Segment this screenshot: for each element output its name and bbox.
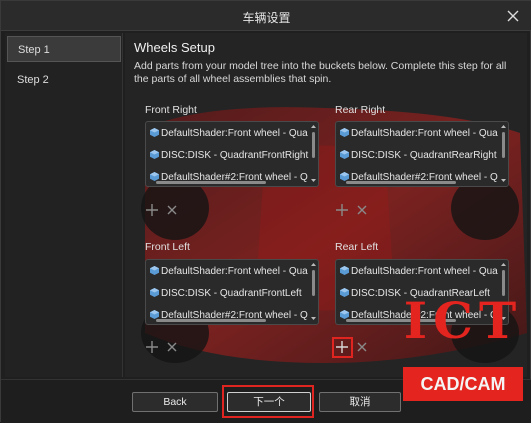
rear-right-tools <box>335 203 375 219</box>
add-icon[interactable] <box>335 203 349 217</box>
scroll-up-icon <box>311 263 316 266</box>
list-item[interactable]: DefaultShader:Front wheel - Qua <box>336 261 502 283</box>
steps-sidebar: Step 1 Step 2 <box>5 33 123 377</box>
scroll-down-icon <box>311 179 316 182</box>
instructions-text: Add parts from your model tree into the … <box>134 60 507 85</box>
list-item[interactable]: DefaultShader#2:Front wheel - Q <box>146 305 312 324</box>
front-right-bucket[interactable]: DefaultShader:Front wheel - Qua DISC:DIS… <box>145 121 319 187</box>
scroll-up-icon <box>501 125 506 128</box>
horizontal-scrollbar[interactable] <box>346 181 456 184</box>
front-right-tools <box>145 203 185 219</box>
step-1-item[interactable]: Step 1 <box>7 36 121 62</box>
list-item[interactable]: DISC:DISK - QuadrantFrontRight <box>146 145 312 167</box>
front-right-label: Front Right <box>145 104 197 116</box>
cube-icon <box>150 266 159 275</box>
list-item[interactable]: DefaultShader:Front wheel - Qua <box>146 123 312 145</box>
list-item[interactable]: DefaultShader:Front wheel - Qua <box>336 123 502 145</box>
list-item-text: DefaultShader:Front wheel - Qua <box>161 266 308 277</box>
list-item[interactable]: DISC:DISK - QuadrantFrontLeft <box>146 283 312 305</box>
list-item[interactable]: DISC:DISK - QuadrantRearRight <box>336 145 502 167</box>
step-2-item[interactable]: Step 2 <box>7 67 121 93</box>
add-icon[interactable] <box>145 203 159 217</box>
title-bar: 车辆设置 <box>1 1 531 31</box>
cube-icon <box>340 266 349 275</box>
remove-icon[interactable] <box>165 203 179 217</box>
step-label: Step 1 <box>18 44 50 56</box>
cube-icon <box>340 150 349 159</box>
ict-cadcam-watermark: ICT CAD/CAM <box>397 291 529 419</box>
cube-icon <box>150 128 159 137</box>
list-item[interactable]: DefaultShader#2:Front wheel - Q <box>146 167 312 186</box>
front-left-tools <box>145 340 185 356</box>
list-item[interactable]: DefaultShader#2:Front wheel - Q <box>336 167 502 186</box>
close-icon[interactable] <box>504 7 522 25</box>
list-item-text: DISC:DISK - QuadrantRearRight <box>351 150 497 161</box>
list-item-text: DefaultShader:Front wheel - Qua <box>351 266 498 277</box>
horizontal-scrollbar[interactable] <box>156 181 266 184</box>
remove-icon[interactable] <box>355 203 369 217</box>
front-left-label: Front Left <box>145 241 190 253</box>
vertical-scrollbar[interactable] <box>310 261 317 323</box>
add-icon[interactable] <box>145 340 159 354</box>
page-title: Wheels Setup <box>134 40 215 55</box>
cube-icon <box>150 288 159 297</box>
cancel-button[interactable]: 取消 <box>319 392 401 412</box>
remove-icon[interactable] <box>355 340 369 354</box>
list-item-text: DISC:DISK - QuadrantFrontLeft <box>161 288 302 299</box>
add-button-highlight <box>332 337 353 358</box>
vertical-scrollbar[interactable] <box>500 123 507 185</box>
cube-icon <box>340 172 349 181</box>
cube-icon <box>340 128 349 137</box>
next-button-highlight <box>222 385 314 418</box>
cube-icon <box>150 172 159 181</box>
step-label: Step 2 <box>17 74 49 86</box>
list-item[interactable]: DefaultShader:Front wheel - Qua <box>146 261 312 283</box>
horizontal-scrollbar[interactable] <box>156 319 266 322</box>
list-item-text: DefaultShader:Front wheel - Qua <box>351 128 498 139</box>
watermark-sub-text: CAD/CAM <box>403 367 523 401</box>
list-item-text: DefaultShader:Front wheel - Qua <box>161 128 308 139</box>
front-left-bucket[interactable]: DefaultShader:Front wheel - Qua DISC:DIS… <box>145 259 319 325</box>
scroll-down-icon <box>311 317 316 320</box>
cube-icon <box>340 288 349 297</box>
dialog-title: 车辆设置 <box>242 11 291 25</box>
vehicle-setup-dialog: 车辆设置 Step 1 Step 2 Wheels Setup Add part… <box>0 0 531 423</box>
scroll-up-icon <box>501 263 506 266</box>
list-item-text: DISC:DISK - QuadrantFrontRight <box>161 150 309 161</box>
scroll-up-icon <box>311 125 316 128</box>
cube-icon <box>150 150 159 159</box>
back-button[interactable]: Back <box>132 392 218 412</box>
vertical-scrollbar[interactable] <box>310 123 317 185</box>
remove-icon[interactable] <box>165 340 179 354</box>
rear-right-label: Rear Right <box>335 104 386 116</box>
cube-icon <box>150 310 159 319</box>
cube-icon <box>340 310 349 319</box>
rear-left-label: Rear Left <box>335 241 379 253</box>
watermark-logo-text: ICT <box>403 291 523 350</box>
scroll-down-icon <box>501 179 506 182</box>
rear-right-bucket[interactable]: DefaultShader:Front wheel - Qua DISC:DIS… <box>335 121 509 187</box>
